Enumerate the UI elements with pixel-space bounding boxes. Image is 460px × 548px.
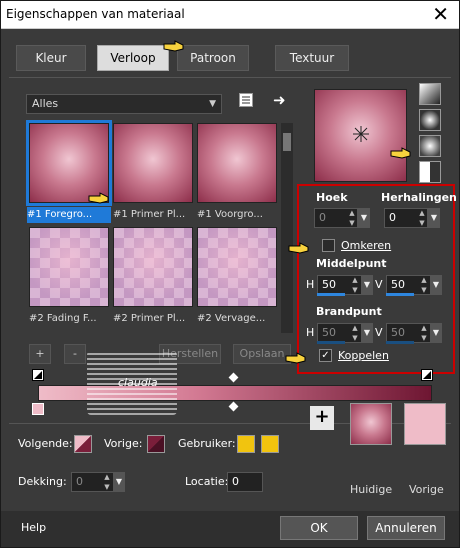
chevron-down-icon[interactable]: ▼: [361, 275, 373, 295]
pointing-hand-icon: [285, 351, 307, 365]
sunburst-gradient-style-icon[interactable]: [419, 161, 441, 183]
title-bar: Eigenschappen van materiaal ✕: [1, 1, 459, 29]
current-label: Huidige: [350, 483, 393, 496]
scrollbar-thumb[interactable]: [283, 133, 291, 151]
save-button[interactable]: Opslaan: [233, 344, 291, 364]
tile-label[interactable]: #2 Fading F...: [29, 311, 113, 327]
focal-h-slider[interactable]: [317, 341, 345, 344]
chevron-down-icon[interactable]: ▼: [361, 323, 373, 343]
crosshair-icon: [353, 126, 369, 142]
library-details-icon[interactable]: [239, 93, 253, 107]
center-h-spinner-icon[interactable]: ▲ ▼: [349, 275, 361, 295]
rectangular-gradient-style-icon[interactable]: [419, 109, 441, 131]
gradient-tile[interactable]: [29, 227, 109, 307]
foreground-label: Volgende:: [18, 437, 73, 450]
tab-kleur[interactable]: Kleur: [16, 45, 86, 71]
tab-verloop[interactable]: Verloop: [97, 45, 169, 71]
chevron-down-icon[interactable]: ▼: [358, 208, 370, 228]
gradient-tile[interactable]: [113, 123, 193, 203]
center-v-slider[interactable]: [386, 293, 414, 296]
radial-gradient-style-icon[interactable]: [419, 135, 441, 157]
link-checkbox[interactable]: ✓: [319, 349, 332, 362]
close-icon[interactable]: ✕: [432, 2, 449, 26]
chevron-down-icon[interactable]: ▼: [428, 208, 440, 228]
center-v-label: V: [375, 278, 383, 291]
library-scrollbar[interactable]: [281, 123, 293, 333]
midpoint-diamond[interactable]: [228, 401, 239, 412]
link-label: Koppelen: [338, 349, 389, 362]
pointing-hand-icon: [288, 241, 310, 255]
gradient-preview[interactable]: [314, 89, 407, 182]
invert-checkbox[interactable]: [322, 239, 335, 252]
top-marker-icon[interactable]: [421, 369, 433, 381]
chevron-down-icon[interactable]: ▼: [430, 323, 442, 343]
background-label: Vorige:: [104, 437, 143, 450]
opacity-spinner-icon[interactable]: ▲ ▼: [101, 472, 113, 492]
chevron-down-icon[interactable]: ▼: [113, 472, 125, 492]
focal-label: Brandpunt: [316, 305, 382, 318]
help-link[interactable]: Help: [21, 521, 46, 534]
chevron-down-icon: ▼: [209, 99, 216, 109]
divider: [9, 77, 451, 78]
opacity-label: Dekking:: [18, 475, 67, 488]
window-title: Eigenschappen van materiaal: [6, 7, 185, 21]
focal-v-slider[interactable]: [386, 341, 414, 344]
tile-label[interactable]: #2 Vervage...: [197, 311, 281, 327]
add-button[interactable]: +: [29, 344, 51, 364]
angle-spinner-icon[interactable]: ▲ ▼: [346, 208, 358, 228]
gradient-tile[interactable]: [197, 123, 277, 203]
library-filter-select[interactable]: Alles ▼: [26, 94, 222, 114]
pointing-hand-icon: [163, 39, 185, 53]
cancel-button[interactable]: Annuleren: [367, 516, 445, 540]
center-v-spinner-icon[interactable]: ▲ ▼: [418, 275, 430, 295]
user-swatch[interactable]: [237, 435, 255, 453]
remove-button[interactable]: -: [64, 344, 86, 364]
tile-label[interactable]: #1 Primer Pl...: [113, 207, 197, 223]
repeats-label: Herhalingen: [381, 191, 457, 204]
tab-textuur[interactable]: Textuur: [275, 45, 349, 71]
material-properties-dialog: Eigenschappen van materiaal ✕ Kleur Verl…: [0, 0, 460, 548]
add-color-button[interactable]: +: [310, 406, 334, 430]
gradient-tile[interactable]: [197, 227, 277, 307]
midpoint-diamond[interactable]: [228, 372, 239, 383]
focal-v-spinner-icon[interactable]: ▲ ▼: [418, 323, 430, 343]
user-label: Gebruiker:: [178, 437, 236, 450]
ok-button[interactable]: OK: [280, 516, 358, 540]
current-swatch[interactable]: [350, 403, 392, 445]
chevron-down-icon[interactable]: ▼: [430, 275, 442, 295]
gradient-tile[interactable]: [113, 227, 193, 307]
angle-label: Hoek: [316, 191, 348, 204]
repeats-spinner-icon[interactable]: ▲ ▼: [416, 208, 428, 228]
previous-swatch[interactable]: [404, 403, 446, 445]
watermark-text: claudia: [118, 376, 158, 389]
start-color-stop[interactable]: [32, 403, 44, 415]
center-h-slider[interactable]: [317, 293, 345, 296]
background-swatch[interactable]: [147, 435, 165, 453]
center-label: Middelpunt: [316, 257, 387, 270]
foreground-swatch[interactable]: [74, 435, 92, 453]
focal-h-label: H: [306, 326, 315, 339]
pointing-hand-icon: [390, 146, 412, 160]
focal-v-label: V: [375, 326, 383, 339]
tile-label[interactable]: #1 Voorgro...: [197, 207, 281, 223]
location-field[interactable]: 0: [227, 472, 263, 492]
top-marker-icon[interactable]: [32, 369, 44, 381]
tab-patroon[interactable]: Patroon: [177, 45, 249, 71]
invert-label: Omkeren: [341, 239, 392, 252]
focal-h-spinner-icon[interactable]: ▲ ▼: [349, 323, 361, 343]
pointing-hand-icon: [88, 191, 110, 205]
center-h-label: H: [306, 278, 315, 291]
tile-label[interactable]: #1 Foregro...: [27, 207, 111, 223]
location-label: Locatie:: [185, 475, 229, 488]
user-swatch-2[interactable]: [261, 435, 279, 453]
arrow-right-icon[interactable]: ➜: [273, 91, 286, 109]
linear-gradient-style-icon[interactable]: [419, 83, 441, 105]
tile-label[interactable]: #2 Primer Pl...: [113, 311, 197, 327]
library-filter-value: Alles: [32, 97, 59, 110]
previous-label: Vorige: [409, 483, 444, 496]
